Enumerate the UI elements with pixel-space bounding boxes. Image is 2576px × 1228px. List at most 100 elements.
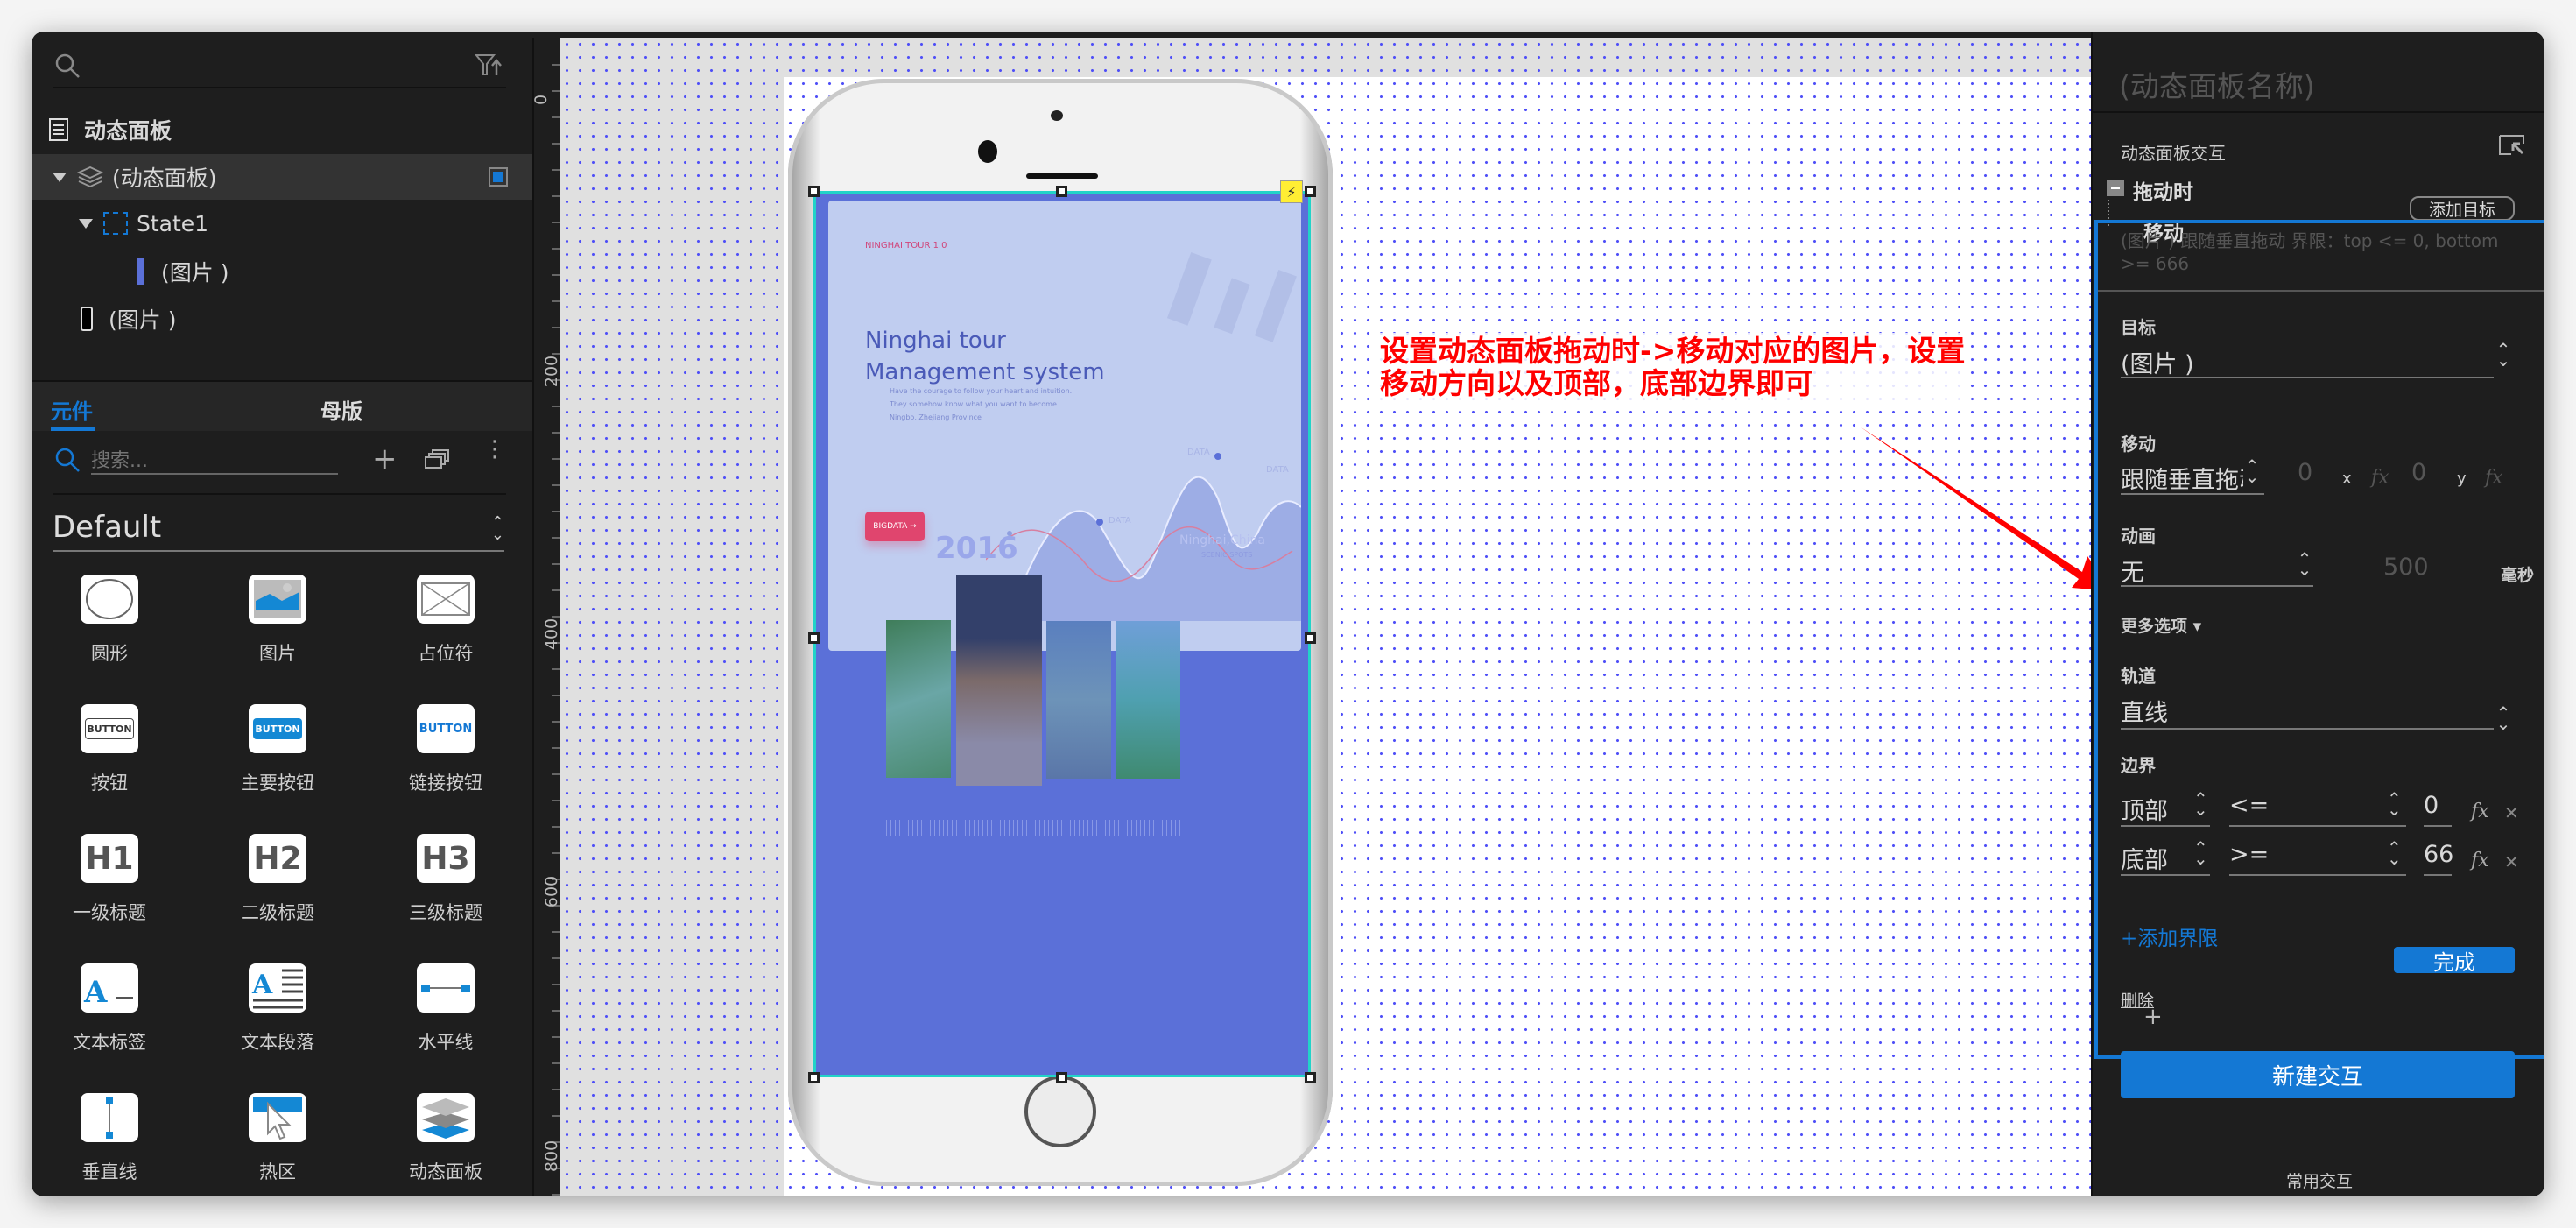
outline-item-state1[interactable]: State1 [32, 201, 532, 245]
widget-h3[interactable]: H3 三级标题 [362, 834, 529, 925]
action-summary: (图片 ) 跟随垂直拖动 界限：top <= 0, bottom >= 666 [2121, 230, 2499, 274]
outline-item-label: State1 [137, 210, 209, 236]
ruler-label: 0 [531, 94, 552, 106]
more-menu-icon[interactable]: ⋮ [483, 438, 506, 461]
select-chevron-icon: ⌃ ⌄ [2387, 837, 2402, 869]
visibility-toggle[interactable] [489, 167, 508, 187]
add-target-button[interactable]: 添加目标 [2410, 196, 2515, 221]
remove-bound-icon[interactable]: ✕ [2504, 802, 2519, 823]
h2-icon: H2 [249, 834, 306, 883]
widget-text-paragraph[interactable]: A 文本段落 [194, 963, 361, 1055]
add-library-icon[interactable]: + [372, 441, 398, 476]
bound-value-input[interactable]: 66 [2424, 841, 2453, 868]
outline-page-row[interactable]: 动态面板 [32, 108, 532, 152]
x-input[interactable]: 0 [2298, 459, 2312, 486]
resize-handle[interactable] [1305, 186, 1316, 197]
done-button[interactable]: 完成 [2394, 947, 2515, 975]
select-chevron-icon: ⌃ ⌄ [2193, 788, 2208, 820]
x-fx-icon[interactable]: fx [2371, 467, 2389, 489]
add-bound-link[interactable]: +添加界限 [2121, 921, 2218, 951]
x-label: x [2342, 469, 2352, 488]
left-panel: 动态面板 (动态面板) State1 (图片 ) (图片 ) 元件 母版 + [32, 32, 532, 1196]
active-tab-underline [51, 427, 95, 431]
resize-handle[interactable] [808, 186, 820, 197]
widget-horizontal-line[interactable]: 水平线 [362, 963, 529, 1055]
outline-item-image[interactable]: (图片 ) [32, 250, 532, 293]
photo-harbor [1046, 621, 1111, 779]
collapse-expand-icon[interactable] [2499, 135, 2525, 156]
widget-search-input[interactable] [91, 448, 338, 475]
svg-text:A: A [83, 975, 108, 1010]
panel-name-field[interactable]: (动态面板名称) [2119, 63, 2315, 105]
underline [2424, 874, 2452, 876]
widget-circle[interactable]: 圆形 [32, 575, 193, 666]
collapse-event-icon[interactable] [2107, 180, 2124, 196]
link-button-icon: BUTTON [417, 704, 475, 753]
resize-handle[interactable] [1305, 1072, 1316, 1083]
bound-side-select[interactable]: 底部 [2121, 841, 2168, 875]
widget-label: 三级标题 [409, 902, 482, 923]
track-select[interactable]: 直线 [2121, 694, 2168, 728]
interaction-lightning-icon[interactable]: ⚡ [1280, 180, 1303, 203]
animation-duration-input[interactable]: 500 [2383, 554, 2429, 581]
bound-value-input[interactable]: 0 [2424, 792, 2439, 819]
library-stack-icon[interactable] [424, 448, 450, 471]
widget-h1[interactable]: H1 一级标题 [32, 834, 193, 925]
tab-widgets[interactable]: 元件 [51, 394, 93, 425]
new-interaction-button[interactable]: 新建交互 [2121, 1051, 2515, 1098]
y-input[interactable]: 0 [2411, 459, 2426, 486]
expand-arrow-icon[interactable] [53, 172, 67, 182]
resize-handle[interactable] [1305, 632, 1316, 644]
tab-masters[interactable]: 母版 [320, 394, 362, 425]
outline-item-phone-image[interactable]: (图片 ) [32, 297, 532, 341]
page-icon [49, 118, 68, 141]
select-chevron-icon: ⌃ ⌄ [2495, 702, 2511, 734]
widget-hotspot[interactable]: 热区 [194, 1093, 361, 1184]
add-action-icon[interactable]: + [2143, 1004, 2163, 1030]
fx-icon[interactable]: fx [2471, 801, 2489, 822]
widget-button[interactable]: BUTTON 按钮 [32, 704, 193, 795]
underline [2121, 825, 2210, 827]
widget-image[interactable]: 图片 [194, 575, 361, 666]
resize-handle[interactable] [1056, 1072, 1067, 1083]
resize-handle[interactable] [808, 632, 820, 644]
select-chevron-icon: ⌃ ⌄ [2387, 788, 2402, 820]
bounds-label: 边界 [2121, 755, 2156, 776]
dynamic-panel-screen[interactable]: NINGHAI TOUR 1.0 Ninghai tour Management … [813, 191, 1311, 1077]
widget-label: 垂直线 [81, 1161, 137, 1182]
bound-side-select[interactable]: 顶部 [2121, 792, 2168, 826]
animation-select[interactable]: 无 [2121, 554, 2144, 588]
animation-label: 动画 [2121, 526, 2156, 547]
fx-icon[interactable]: fx [2471, 850, 2489, 872]
widget-primary-button[interactable]: BUTTON 主要按钮 [194, 704, 361, 795]
widget-dynamic-panel[interactable]: 动态面板 [362, 1093, 529, 1184]
library-select[interactable]: Default ⌃ ⌄ [53, 510, 504, 552]
phone-thumb-icon [81, 307, 93, 331]
widget-h2[interactable]: H2 二级标题 [194, 834, 361, 925]
bound-operator-select[interactable]: >= [2229, 841, 2269, 868]
outline-item-dynamic-panel[interactable]: (动态面板) [32, 154, 532, 200]
more-options-toggle[interactable]: 更多选项 ▾ [2121, 613, 2201, 637]
select-chevron-icon: ⌃ ⌄ [2244, 455, 2260, 487]
widget-link-button[interactable]: BUTTON 链接按钮 [362, 704, 529, 795]
ruler-label: 200 [542, 355, 562, 388]
bound-operator-select[interactable]: <= [2229, 792, 2269, 819]
search-icon [55, 448, 80, 472]
resize-handle[interactable] [1056, 186, 1067, 197]
filter-icon[interactable] [475, 53, 503, 79]
design-canvas[interactable]: NINGHAI TOUR 1.0 Ninghai tour Management … [560, 38, 2091, 1196]
target-select[interactable]: (图片 ) [2121, 345, 2194, 379]
move-select[interactable]: 跟随垂直拖动 [2121, 461, 2243, 495]
expand-arrow-icon[interactable] [79, 218, 93, 229]
search-icon[interactable] [54, 53, 82, 81]
outline-page-title: 动态面板 [84, 118, 172, 144]
event-name[interactable]: 拖动时 [2133, 175, 2193, 205]
bigdata-button: BIGDATA → [865, 512, 925, 541]
y-fx-icon[interactable]: fx [2485, 467, 2503, 489]
widget-vertical-line[interactable]: 垂直线 [32, 1093, 193, 1184]
widget-text-label[interactable]: A 文本标签 [32, 963, 193, 1055]
hero-chart-background [1166, 251, 1297, 342]
remove-bound-icon[interactable]: ✕ [2504, 851, 2519, 872]
widget-placeholder[interactable]: 占位符 [362, 575, 529, 666]
resize-handle[interactable] [808, 1072, 820, 1083]
